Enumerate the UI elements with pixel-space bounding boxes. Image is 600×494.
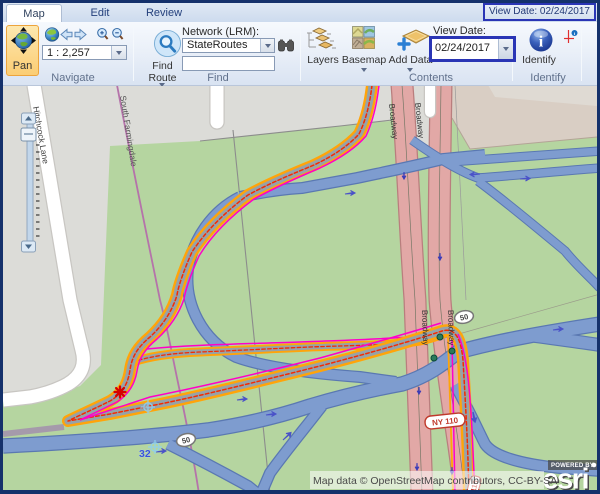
svg-text:Broadway: Broadway [420, 310, 430, 346]
svg-text:32: 32 [139, 448, 151, 460]
svg-text:Map data © OpenStreetMap contr: Map data © OpenStreetMap contributors, C… [313, 475, 557, 487]
svg-text:Broadway: Broadway [446, 310, 456, 346]
svg-text:i: i [539, 34, 544, 51]
